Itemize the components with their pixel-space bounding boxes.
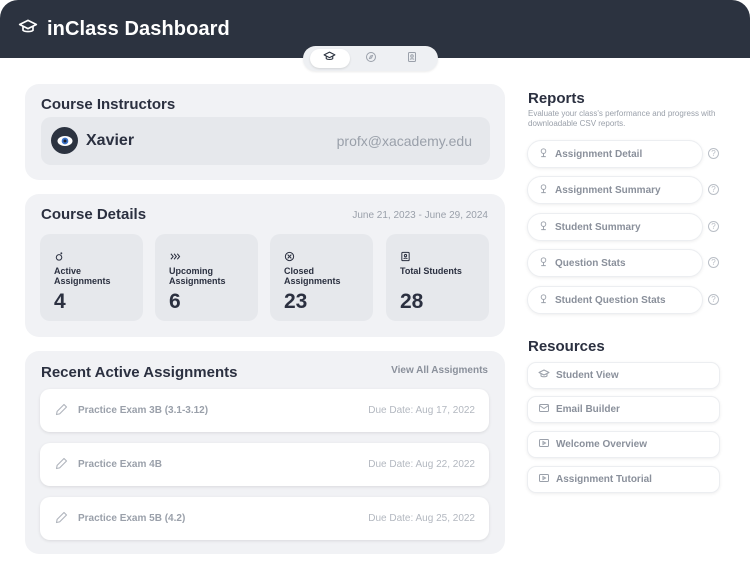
course-details-title: Course Details: [41, 206, 147, 223]
graduation-cap-icon: [323, 50, 336, 68]
avatar: [51, 127, 78, 154]
assignment-row[interactable]: Practice Exam 3B (3.1-3.12) Due Date: Au…: [40, 389, 489, 432]
view-all-assignments-link[interactable]: View All Assigments: [391, 365, 488, 376]
assignment-due-date: Due Date: Aug 17, 2022: [368, 405, 475, 416]
video-icon: [538, 471, 550, 489]
closed-icon: [284, 249, 295, 267]
report-assignment-detail-button[interactable]: Assignment Detail: [527, 140, 703, 168]
stat-value: 4: [54, 290, 66, 313]
recent-assignments-title: Recent Active Assignments: [41, 364, 238, 381]
stat-value: 23: [284, 290, 308, 313]
graduation-cap-icon: [18, 17, 38, 42]
mail-icon: [538, 401, 550, 419]
instructor-email: profx@xacademy.edu: [336, 133, 472, 149]
resource-assignment-tutorial-button[interactable]: Assignment Tutorial: [527, 466, 720, 493]
tab-profile[interactable]: [392, 49, 432, 68]
instructors-card: Course Instructors Xavier profx@xacademy…: [25, 84, 505, 180]
resource-label: Email Builder: [556, 404, 620, 415]
video-icon: [538, 436, 550, 454]
instructor-row[interactable]: Xavier profx@xacademy.edu: [41, 117, 490, 165]
sparkle-icon: [54, 249, 65, 267]
instructors-title: Course Instructors: [41, 96, 176, 113]
report-label: Student Summary: [555, 221, 641, 233]
help-icon[interactable]: ?: [708, 221, 719, 232]
fast-forward-icon: [169, 249, 181, 267]
pencil-icon: [54, 456, 69, 476]
report-label: Assignment Detail: [555, 148, 643, 160]
report-assignment-summary-button[interactable]: Assignment Summary: [527, 176, 703, 204]
report-student-summary-button[interactable]: Student Summary: [527, 213, 703, 241]
assignment-name: Practice Exam 4B: [78, 459, 162, 470]
help-icon[interactable]: ?: [708, 294, 719, 305]
brand: inClass Dashboard: [18, 17, 230, 42]
resource-label: Assignment Tutorial: [556, 474, 652, 485]
report-student-question-stats-button[interactable]: Student Question Stats: [527, 286, 703, 314]
stat-label: Upcoming Assignments: [169, 266, 226, 286]
instructor-name: Xavier: [86, 132, 135, 149]
graduation-cap-icon: [538, 367, 550, 385]
reports-description: Evaluate your class's performance and pr…: [528, 109, 716, 128]
download-icon: [538, 145, 549, 163]
stat-label: Total Students: [400, 266, 462, 276]
report-question-stats-button[interactable]: Question Stats: [527, 249, 703, 277]
course-date-range: June 21, 2023 - June 29, 2024: [352, 210, 488, 221]
assignment-due-date: Due Date: Aug 22, 2022: [368, 459, 475, 470]
report-label: Question Stats: [555, 257, 626, 269]
stat-total-students[interactable]: Total Students 28: [386, 234, 489, 321]
reports-title: Reports: [528, 90, 585, 107]
resources-title: Resources: [528, 338, 605, 355]
course-details-card: Course Details June 21, 2023 - June 29, …: [25, 194, 505, 337]
stat-label: Active Assignments: [54, 266, 111, 286]
assignment-name: Practice Exam 3B (3.1-3.12): [78, 405, 209, 416]
assignment-row[interactable]: Practice Exam 4B Due Date: Aug 22, 2022: [40, 443, 489, 486]
resource-label: Student View: [556, 370, 619, 381]
report-label: Assignment Summary: [555, 184, 661, 196]
assignment-row[interactable]: Practice Exam 5B (4.2) Due Date: Aug 25,…: [40, 497, 489, 540]
resource-student-view-button[interactable]: Student View: [527, 362, 720, 389]
assignment-due-date: Due Date: Aug 25, 2022: [368, 513, 475, 524]
help-icon[interactable]: ?: [708, 257, 719, 268]
eye-logo-icon: [57, 135, 72, 146]
stat-value: 6: [169, 290, 181, 313]
view-tabbar: [303, 46, 438, 71]
resource-email-builder-button[interactable]: Email Builder: [527, 396, 720, 423]
student-badge-icon: [400, 249, 411, 267]
recent-assignments-card: Recent Active Assignments View All Assig…: [25, 351, 505, 554]
report-label: Student Question Stats: [555, 294, 666, 306]
tab-courses[interactable]: [309, 49, 350, 68]
resource-label: Welcome Overview: [556, 439, 647, 450]
download-icon: [538, 254, 549, 272]
help-icon[interactable]: ?: [708, 148, 719, 159]
pencil-icon: [54, 402, 69, 422]
stat-label: Closed Assignments: [284, 266, 341, 286]
download-icon: [538, 291, 549, 309]
stat-active-assignments[interactable]: Active Assignments 4: [40, 234, 143, 321]
download-icon: [538, 181, 549, 199]
tab-explore[interactable]: [351, 49, 391, 68]
assignment-name: Practice Exam 5B (4.2): [78, 513, 186, 524]
resource-welcome-overview-button[interactable]: Welcome Overview: [527, 431, 720, 458]
compass-icon: [365, 50, 377, 68]
download-icon: [538, 218, 549, 236]
app-title: inClass Dashboard: [47, 18, 230, 40]
stat-value: 28: [400, 290, 424, 313]
id-card-icon: [406, 50, 418, 68]
help-icon[interactable]: ?: [708, 184, 719, 195]
pencil-icon: [54, 510, 69, 530]
stat-closed-assignments[interactable]: Closed Assignments 23: [270, 234, 373, 321]
stat-upcoming-assignments[interactable]: Upcoming Assignments 6: [155, 234, 258, 321]
